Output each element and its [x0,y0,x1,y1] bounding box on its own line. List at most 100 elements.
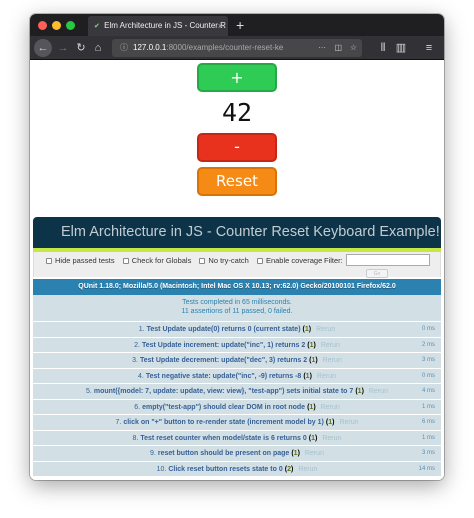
test-number: 6. [134,403,141,411]
rerun-link[interactable]: Rerun [339,419,358,426]
test-number: 5. [86,388,92,395]
nav-toolbar: ← → ↻ ⌂ ⓘ 127.0.0.1:8000/examples/counter… [30,36,444,60]
test-name[interactable]: click on "+" button to re-render state (… [123,419,324,426]
rerun-link[interactable]: Rerun [322,435,341,442]
test-runtime: 1 ms [421,434,435,441]
test-runtime: 1 ms [421,403,435,410]
test-number: 8. [132,434,139,442]
pocket-icon[interactable]: ◫ [334,39,342,57]
test-number: 3. [132,357,138,364]
test-pass-count: 1 [311,357,316,364]
back-icon[interactable]: ← [34,39,52,57]
rerun-link[interactable]: Rerun [298,466,317,473]
test-number: 4. [138,372,144,380]
check-globals-option[interactable]: Check for Globals [122,256,191,265]
test-name[interactable]: reset button should be present on page [158,450,289,457]
filter-input[interactable] [346,254,430,266]
test-pass-count: 1 [328,419,333,426]
url-bar[interactable]: ⓘ 127.0.0.1:8000/examples/counter-reset-k… [112,39,362,57]
result-time: Tests completed in 65 milliseconds. [182,299,292,306]
qunit-user-agent: QUnit 1.18.0; Mozilla/5.0 (Macintosh; In… [33,279,441,295]
bookmark-star-icon[interactable]: ☆ [350,39,357,57]
test-counts: (1) [325,419,335,426]
test-row[interactable]: 5. mount({model: 7, update: update, view:… [33,384,441,400]
home-icon[interactable]: ⌂ [90,39,106,57]
test-pass-count: 1 [357,388,362,395]
page-content: + 42 - Reset Elm Architecture in JS - Co… [30,60,444,480]
rerun-link[interactable]: Rerun [369,388,388,395]
site-info-icon[interactable]: ⓘ [120,43,128,52]
url-host: 127.0.0.1 [133,43,167,52]
rerun-link[interactable]: Rerun [317,373,336,380]
test-name[interactable]: Test Update increment: update("inc", 1) … [142,342,305,349]
test-row[interactable]: 9. reset button should be present on page… [33,446,441,462]
decrement-button[interactable]: - [197,133,277,162]
enable-coverage-option[interactable]: Enable coverage [256,256,322,265]
no-try-catch-checkbox[interactable] [199,258,206,264]
close-tab-icon[interactable]: × [218,16,223,36]
test-runtime: 14 ms [418,465,435,472]
reload-icon[interactable]: ↻ [73,39,89,57]
test-pass-count: 1 [311,434,316,442]
no-try-catch-option[interactable]: No try-catch [199,256,249,265]
test-counts: (1) [303,372,312,380]
qunit-header[interactable]: Elm Architecture in JS - Counter Reset K… [33,217,441,248]
hamburger-menu-icon[interactable]: ≡ [421,39,437,57]
new-tab-button[interactable]: + [236,15,244,35]
test-row[interactable]: 1. Test Update update(0) returns 0 (curre… [33,322,441,338]
hide-passed-checkbox[interactable] [46,258,52,264]
result-summary: 11 assertions of 11 passed, 0 failed. [181,308,293,315]
reset-button[interactable]: Reset [197,167,277,196]
test-number: 1. [138,326,145,333]
rerun-link[interactable]: Rerun [321,404,340,411]
qunit-report: Elm Architecture in JS - Counter Reset K… [33,217,441,477]
browser-window: ✔ Elm Architecture in JS - Counter R × +… [30,14,444,480]
minimize-window-button[interactable] [52,21,61,30]
test-number: 10. [156,465,167,473]
test-name[interactable]: Test Update update(0) returns 0 (current… [147,326,301,333]
rerun-link[interactable]: Rerun [323,357,342,364]
test-name[interactable]: Click reset button resets state to 0 [168,466,282,473]
test-row[interactable]: 2. Test Update increment: update("inc", 1… [33,337,441,353]
test-name[interactable]: mount({model: 7, update: update, view: v… [94,388,353,395]
test-runtime: 3 ms [421,450,435,456]
zoom-window-button[interactable] [66,21,75,30]
filter-go-button[interactable]: Go [366,269,388,278]
browser-tab[interactable]: ✔ Elm Architecture in JS - Counter R × [88,16,228,36]
hide-passed-option[interactable]: Hide passed tests [46,256,115,265]
test-counts: (1) [302,326,312,333]
test-name[interactable]: Test negative state: update("inc", -9) r… [146,373,301,380]
close-window-button[interactable] [38,21,47,30]
test-row[interactable]: 10. Click reset button resets state to 0(… [33,461,441,477]
library-icon[interactable]: ⫴ [375,39,391,57]
test-row[interactable]: 7. click on "+" button to re-render state… [33,415,441,431]
sidebar-icon[interactable]: ▥ [393,39,409,57]
rerun-link[interactable]: Rerun [321,342,340,349]
tab-title: Elm Architecture in JS - Counter R [104,21,226,30]
qunit-test-result: Tests completed in 65 milliseconds. 11 a… [33,295,441,322]
forward-icon[interactable]: → [55,39,71,57]
title-bar: ✔ Elm Architecture in JS - Counter R × + [30,14,444,36]
test-counts: (1) [355,388,364,395]
increment-button[interactable]: + [197,63,277,92]
check-globals-checkbox[interactable] [122,258,129,264]
test-pass-count: 2 [287,465,291,473]
enable-coverage-checkbox[interactable] [256,258,263,264]
test-counts: (2) [284,465,294,473]
test-row[interactable]: 8. Test reset counter when model/state is… [33,430,441,446]
test-number: 9. [150,450,156,457]
test-row[interactable]: 4. Test negative state: update("inc", -9)… [33,368,441,384]
test-name[interactable]: Test Update decrement: update("dec", 3) … [140,357,307,364]
page-actions-icon[interactable]: ··· [318,39,326,57]
test-pass-count: 1 [309,341,314,349]
test-counts: (1) [291,450,300,457]
rerun-link[interactable]: Rerun [316,326,335,333]
test-name[interactable]: empty("test-app") should clear DOM in ro… [142,404,305,411]
test-pass-count: 1 [305,372,310,380]
qunit-toolbar: Hide passed tests Check for Globals No t… [33,252,441,278]
test-row[interactable]: 6. empty("test-app") should clear DOM in … [33,399,441,415]
rerun-link[interactable]: Rerun [305,450,324,457]
favicon-icon: ✔ [94,23,100,30]
test-name[interactable]: Test reset counter when model/state is 6… [140,435,306,442]
test-row[interactable]: 3. Test Update decrement: update("dec", 3… [33,353,441,369]
